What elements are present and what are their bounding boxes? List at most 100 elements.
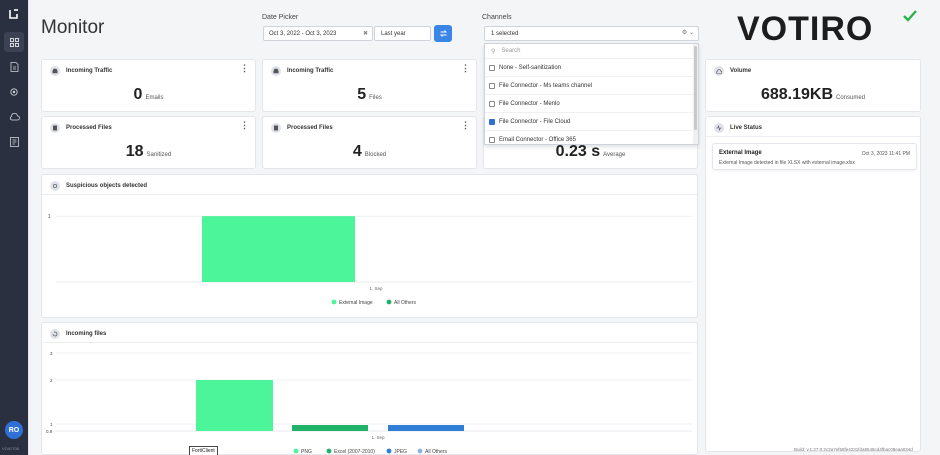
card-menu-icon[interactable]: ⋮ xyxy=(461,120,470,131)
quick-range-select[interactable]: Last year xyxy=(374,26,431,41)
suspicious-objects-panel: Suspicious objects detected 1 1. Sep Exter… xyxy=(41,174,698,318)
search-placeholder: Search xyxy=(501,48,521,54)
scrollbar-thumb[interactable] xyxy=(694,46,697,130)
dashboard-icon[interactable] xyxy=(4,32,24,52)
incoming-files-panel: Incoming files 0.9 1 2 3 1. Sep PNG Excel (200… xyxy=(41,322,698,455)
sidebar: RO VOIGT08 xyxy=(0,0,28,455)
cloud-icon xyxy=(714,66,724,76)
y-tick-label: 1 xyxy=(48,214,51,220)
metric-value: 688.19KB xyxy=(760,86,834,103)
sidebar-version: VOIGT08 xyxy=(2,446,19,451)
event-date: Oct 3, 2023 11:41 PM xyxy=(861,151,910,157)
legend-label: PNG xyxy=(301,449,312,455)
card-title: Volume xyxy=(730,68,752,74)
bar xyxy=(202,216,355,282)
card-title: Processed Files xyxy=(66,125,112,131)
channel-option[interactable]: Email Connector - Office 365 xyxy=(485,131,698,144)
channel-option-label: None - Self-sanitization xyxy=(499,64,562,71)
inbox-icon xyxy=(50,66,60,76)
live-status-panel: Live Status External Image Oct 3, 2023 1… xyxy=(705,116,921,452)
channels-label: Channels xyxy=(482,14,512,21)
user-avatar[interactable]: RO xyxy=(5,421,23,439)
event-title: External Image xyxy=(719,150,762,156)
card-menu-icon[interactable]: ⋮ xyxy=(461,63,470,74)
metric-value: 18 xyxy=(125,143,144,160)
page-title: Monitor xyxy=(41,17,105,38)
channels-dropdown: ⚲ Search None - Self-sanitization File C… xyxy=(484,43,699,145)
legend-marker xyxy=(326,448,332,454)
metric-unit: Files xyxy=(369,95,382,101)
legend-marker xyxy=(293,448,299,454)
metric-unit: Consumed xyxy=(836,95,866,101)
legend-marker xyxy=(331,299,337,305)
clear-date-icon[interactable]: ✖ xyxy=(363,30,368,37)
live-status-item[interactable]: External Image Oct 3, 2023 11:41 PM Exte… xyxy=(712,143,917,170)
checkbox[interactable] xyxy=(489,64,495,71)
metric-unit: Emails xyxy=(145,95,164,101)
channels-search-input[interactable]: ⚲ Search xyxy=(485,44,698,59)
suspicious-objects-chart: 1 1. Sep External Image All Others xyxy=(48,214,692,306)
dropdown-scrollbar[interactable] xyxy=(693,44,698,144)
date-range-value: Oct 3, 2022 - Oct 3, 2023 xyxy=(269,31,337,37)
card-menu-icon[interactable]: ⋮ xyxy=(240,120,249,131)
legend-label: Excel (2007-2010) xyxy=(334,449,375,455)
y-tick-label: 3 xyxy=(50,351,53,356)
inbox-icon xyxy=(271,66,281,76)
y-tick-label: 1 xyxy=(50,422,53,427)
card-volume: Volume 688.19KB Consumed xyxy=(705,59,921,112)
event-message: External Image detected in file XLSX wit… xyxy=(719,160,855,166)
channel-option[interactable]: File Connector - Ms teams channel xyxy=(485,77,698,95)
channel-option[interactable]: File Connector - File Cloud xyxy=(485,113,698,131)
logs-icon[interactable] xyxy=(4,132,24,152)
channels-selected-value: 1 selected xyxy=(491,31,519,37)
legend-label: JPEG xyxy=(394,449,407,455)
bar xyxy=(388,425,464,431)
metric-value: 4 xyxy=(352,143,362,160)
metric-unit: Blocked xyxy=(364,152,387,158)
channel-option-label: File Connector - File Cloud xyxy=(499,118,571,125)
settings-icon[interactable] xyxy=(4,82,24,102)
refresh-button[interactable] xyxy=(434,25,452,42)
card-processed-sanitized: Processed Files ⋮ 18 Sanitized xyxy=(41,116,256,169)
legend-marker xyxy=(417,448,423,454)
chart-title: Incoming files xyxy=(66,331,107,337)
checkbox[interactable] xyxy=(489,136,495,143)
channel-option-label: File Connector - Ms teams channel xyxy=(499,82,593,89)
metric-unit: Sanitized xyxy=(146,152,172,158)
votiro-logo-icon[interactable] xyxy=(7,7,21,21)
legend-label: All Others xyxy=(394,300,416,306)
y-tick-label: 2 xyxy=(50,378,53,383)
card-incoming-emails: Incoming Traffic ⋮ 0 Emails xyxy=(41,59,256,112)
chart-title: Suspicious objects detected xyxy=(66,183,148,189)
y-tick-label: 0.9 xyxy=(46,429,53,434)
panel-divider xyxy=(706,117,920,137)
channels-select[interactable]: 1 selected ⚙ ⌄ xyxy=(484,26,699,41)
build-version: Build: v.1.27.0.2c3a7ef58fe4231fda8548cd… xyxy=(794,447,913,452)
channel-option-label: Email Connector - Office 365 xyxy=(499,136,576,143)
brand-check-icon xyxy=(903,10,917,22)
reports-icon[interactable] xyxy=(4,57,24,77)
file-icon xyxy=(50,123,60,133)
channels-settings-icon[interactable]: ⚙ xyxy=(682,30,687,36)
checkbox-checked[interactable] xyxy=(489,118,495,125)
channel-option[interactable]: File Connector - Menlo xyxy=(485,95,698,113)
cloud-icon[interactable] xyxy=(4,107,24,127)
legend-label: All Others xyxy=(425,449,447,455)
channel-option-label: File Connector - Menlo xyxy=(499,100,560,107)
legend-marker xyxy=(386,448,392,454)
date-picker-label: Date Picker xyxy=(262,14,299,21)
card-title: Incoming Traffic xyxy=(287,68,334,74)
brand-logo: VOTIRO xyxy=(737,10,874,48)
metric-unit: Average xyxy=(603,152,626,158)
checkbox[interactable] xyxy=(489,82,495,89)
checkbox[interactable] xyxy=(489,100,495,107)
file-icon xyxy=(271,123,281,133)
bar xyxy=(292,425,368,431)
date-range-input[interactable]: Oct 3, 2022 - Oct 3, 2023 ✖ xyxy=(263,26,373,41)
search-icon: ⚲ xyxy=(491,48,496,55)
card-processed-blocked: Processed Files ⋮ 4 Blocked xyxy=(262,116,477,169)
chevron-down-icon[interactable]: ⌄ xyxy=(689,30,694,36)
card-menu-icon[interactable]: ⋮ xyxy=(240,63,249,74)
channel-option[interactable]: None - Self-sanitization xyxy=(485,59,698,77)
refresh-icon xyxy=(439,30,447,37)
